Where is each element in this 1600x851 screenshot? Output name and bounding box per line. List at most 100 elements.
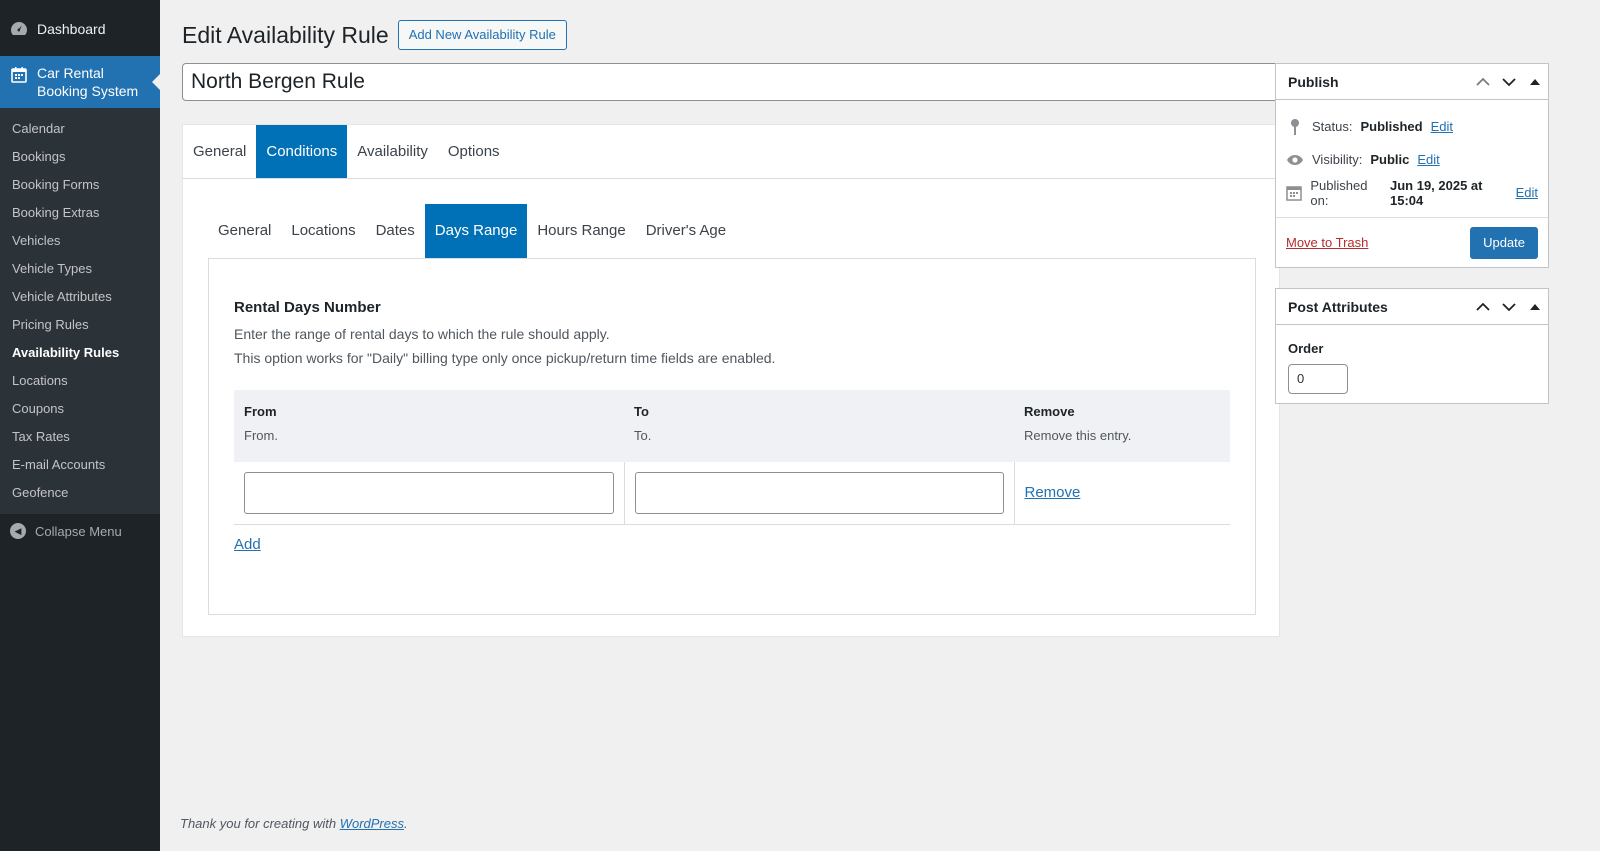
post-attributes-header: Post Attributes: [1276, 289, 1548, 325]
submenu: Calendar Bookings Booking Forms Booking …: [0, 108, 160, 514]
remove-entry-link[interactable]: Remove: [1025, 484, 1081, 501]
visibility-label: Visibility:: [1312, 152, 1363, 167]
submenu-item-booking-extras[interactable]: Booking Extras: [0, 199, 160, 227]
tab-general[interactable]: General: [183, 125, 256, 178]
published-on-row: Published on: Jun 19, 2025 at 15:04 Edit: [1276, 176, 1548, 209]
subtab-general[interactable]: General: [208, 204, 281, 258]
collapse-arrow-icon: ◀: [10, 523, 26, 539]
post-attributes-handles: [1470, 289, 1548, 325]
update-button[interactable]: Update: [1470, 226, 1538, 259]
column-remove: Remove Remove this entry.: [1014, 390, 1230, 462]
column-remove-desc: Remove this entry.: [1024, 428, 1132, 443]
status-edit-link[interactable]: Edit: [1431, 119, 1453, 134]
submenu-item-calendar[interactable]: Calendar: [0, 115, 160, 143]
submenu-item-availability-rules[interactable]: Availability Rules: [0, 339, 160, 367]
dashboard-icon: [10, 20, 28, 38]
menu-dashboard-label: Dashboard: [37, 21, 106, 37]
tab-conditions[interactable]: Conditions: [256, 125, 348, 178]
subtab-dates[interactable]: Dates: [366, 204, 425, 258]
wordpress-link[interactable]: WordPress: [340, 816, 404, 831]
tab-options[interactable]: Options: [438, 125, 510, 178]
subtab-hours-range[interactable]: Hours Range: [527, 204, 635, 258]
visibility-row: Visibility: Public Edit: [1276, 143, 1548, 176]
submenu-item-vehicle-types[interactable]: Vehicle Types: [0, 255, 160, 283]
add-entry-link[interactable]: Add: [234, 536, 261, 553]
published-on-edit-link[interactable]: Edit: [1516, 185, 1538, 200]
status-value: Published: [1360, 119, 1423, 134]
collapse-menu-button[interactable]: ◀ Collapse Menu: [0, 514, 160, 548]
post-attributes-title: Post Attributes: [1288, 298, 1388, 315]
pin-icon: [1286, 118, 1304, 136]
publish-box-title: Publish: [1288, 73, 1339, 90]
from-cell: [234, 462, 624, 525]
submenu-item-vehicles[interactable]: Vehicles: [0, 227, 160, 255]
column-from: From From.: [234, 390, 624, 462]
page-title: Edit Availability Rule: [182, 21, 389, 48]
submenu-item-booking-forms[interactable]: Booking Forms: [0, 171, 160, 199]
submenu-item-geofence[interactable]: Geofence: [0, 479, 160, 507]
main-content: Edit Availability Rule Add New Availabil…: [160, 0, 1600, 851]
subtab-drivers-age[interactable]: Driver's Age: [636, 204, 736, 258]
post-attributes-box: Post Attributes Order 0: [1275, 288, 1549, 404]
column-to-label: To: [634, 404, 649, 419]
move-up-icon[interactable]: [1470, 64, 1496, 100]
footer-text: Thank you for creating with: [180, 816, 340, 831]
add-new-availability-rule-button[interactable]: Add New Availability Rule: [397, 20, 567, 50]
admin-footer: Thank you for creating with WordPress.: [180, 816, 408, 831]
post-title-input[interactable]: North Bergen Rule: [182, 63, 1280, 101]
visibility-edit-link[interactable]: Edit: [1417, 152, 1439, 167]
column-to-desc: To.: [634, 428, 652, 443]
move-down-icon[interactable]: [1496, 64, 1522, 100]
subtab-days-range[interactable]: Days Range: [424, 204, 528, 258]
days-range-table: From From. To To. Remove Remove this ent…: [234, 390, 1230, 525]
days-range-panel: Rental Days Number Enter the range of re…: [208, 258, 1256, 615]
publish-box-body: Status: Published Edit Visibility: Publi…: [1276, 100, 1548, 267]
tab-availability[interactable]: Availability: [347, 125, 438, 178]
main-tabs: General Conditions Availability Options: [183, 125, 1279, 179]
page-heading: Edit Availability Rule Add New Availabil…: [182, 20, 567, 50]
toggle-panel-icon[interactable]: [1522, 289, 1548, 325]
status-label: Status:: [1312, 119, 1353, 134]
order-input[interactable]: 0: [1288, 364, 1348, 394]
column-remove-label: Remove: [1024, 404, 1075, 419]
menu-car-rental[interactable]: Car Rental Booking System: [0, 56, 160, 108]
move-up-icon[interactable]: [1470, 289, 1496, 325]
post-attributes-body: Order 0: [1276, 325, 1548, 406]
eye-icon: [1286, 154, 1304, 166]
panel-note: This option works for "Daily" billing ty…: [234, 350, 776, 366]
to-input[interactable]: [634, 472, 1004, 514]
menu-dashboard[interactable]: Dashboard: [0, 12, 160, 46]
submenu-item-pricing-rules[interactable]: Pricing Rules: [0, 311, 160, 339]
calendar-small-icon: [1286, 185, 1302, 201]
menu-car-rental-label: Car Rental Booking System: [37, 65, 139, 99]
calendar-icon: [10, 66, 28, 100]
published-on-value: Jun 19, 2025 at 15:04: [1389, 177, 1483, 208]
submenu-item-email-accounts[interactable]: E-mail Accounts: [0, 451, 160, 479]
submenu-item-vehicle-attributes[interactable]: Vehicle Attributes: [0, 283, 160, 311]
footer-end: .: [404, 816, 408, 831]
from-input[interactable]: [244, 472, 614, 514]
toggle-panel-icon[interactable]: [1522, 64, 1548, 100]
subtab-locations[interactable]: Locations: [281, 204, 365, 258]
submenu-item-bookings[interactable]: Bookings: [0, 143, 160, 171]
publish-actions: Move to Trash Update: [1276, 217, 1548, 267]
move-down-icon[interactable]: [1496, 289, 1522, 325]
visibility-value: Public: [1370, 152, 1410, 167]
table-row: Remove: [234, 462, 1230, 525]
panel-heading: Rental Days Number: [234, 299, 381, 316]
collapse-menu-label: Collapse Menu: [35, 523, 122, 539]
column-to: To To.: [624, 390, 1014, 462]
admin-sidebar: Dashboard Car Rental Booking System Cale…: [0, 0, 160, 851]
panel-description: Enter the range of rental days to which …: [234, 326, 610, 342]
to-cell: [623, 462, 1014, 525]
move-to-trash-link[interactable]: Move to Trash: [1286, 235, 1368, 250]
remove-cell: Remove: [1013, 462, 1230, 525]
conditions-area: General Locations Dates Days Range Hours…: [208, 204, 1256, 615]
publish-box-header: Publish: [1276, 64, 1548, 100]
submenu-item-locations[interactable]: Locations: [0, 367, 160, 395]
column-from-desc: From.: [244, 428, 278, 443]
submenu-item-tax-rates[interactable]: Tax Rates: [0, 423, 160, 451]
submenu-item-coupons[interactable]: Coupons: [0, 395, 160, 423]
rule-settings-metabox: General Conditions Availability Options …: [182, 124, 1280, 637]
column-from-label: From: [244, 404, 277, 419]
